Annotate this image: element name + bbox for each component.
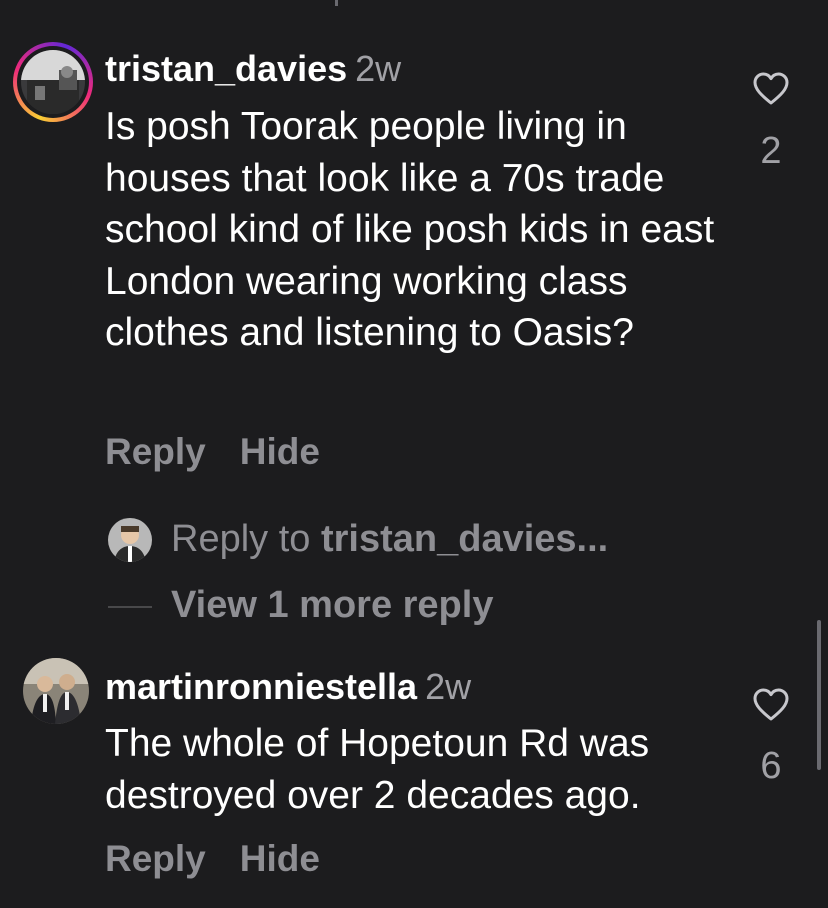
thread-line	[108, 606, 152, 608]
avatar[interactable]	[21, 50, 85, 114]
timestamp: 2w	[425, 666, 472, 707]
username-link[interactable]: tristan_davies	[105, 48, 347, 89]
reply-button[interactable]: Reply	[105, 838, 206, 879]
username-link[interactable]: martinronniestella	[105, 666, 417, 707]
comment-text: The whole of Hopetoun Rd was destroyed o…	[105, 722, 650, 817]
comment-header: tristan_davies 2w	[105, 48, 401, 90]
comment-item: martinronniestella 2w The whole of Hopeto…	[0, 640, 828, 908]
comment-actions: Reply Hide	[105, 838, 320, 880]
scrollbar[interactable]	[817, 620, 821, 770]
comment-item: tristan_davies 2w Is posh Toorak people l…	[0, 0, 828, 480]
reply-button[interactable]: Reply	[105, 431, 206, 472]
heart-outline-icon[interactable]	[753, 688, 789, 722]
comment-header: martinronniestella 2w	[105, 666, 471, 708]
heart-outline-icon[interactable]	[753, 72, 789, 106]
timestamp: 2w	[355, 48, 402, 89]
avatar-story-ring[interactable]	[13, 42, 93, 122]
reply-avatar	[108, 518, 152, 562]
reply-prefix: Reply to	[171, 518, 321, 560]
reply-target-username[interactable]: tristan_davies...	[321, 518, 608, 560]
hide-button[interactable]: Hide	[240, 431, 320, 472]
avatar[interactable]	[23, 658, 89, 724]
like-count: 6	[760, 745, 782, 787]
view-more-replies-label[interactable]: View 1 more reply	[171, 584, 493, 627]
comment-text: Is posh Toorak people living in houses t…	[105, 105, 715, 354]
like-count: 2	[760, 130, 782, 172]
hide-button[interactable]: Hide	[240, 838, 320, 879]
reply-to-text: Reply to tristan_davies...	[171, 518, 608, 561]
comment-actions: Reply Hide	[105, 431, 320, 473]
